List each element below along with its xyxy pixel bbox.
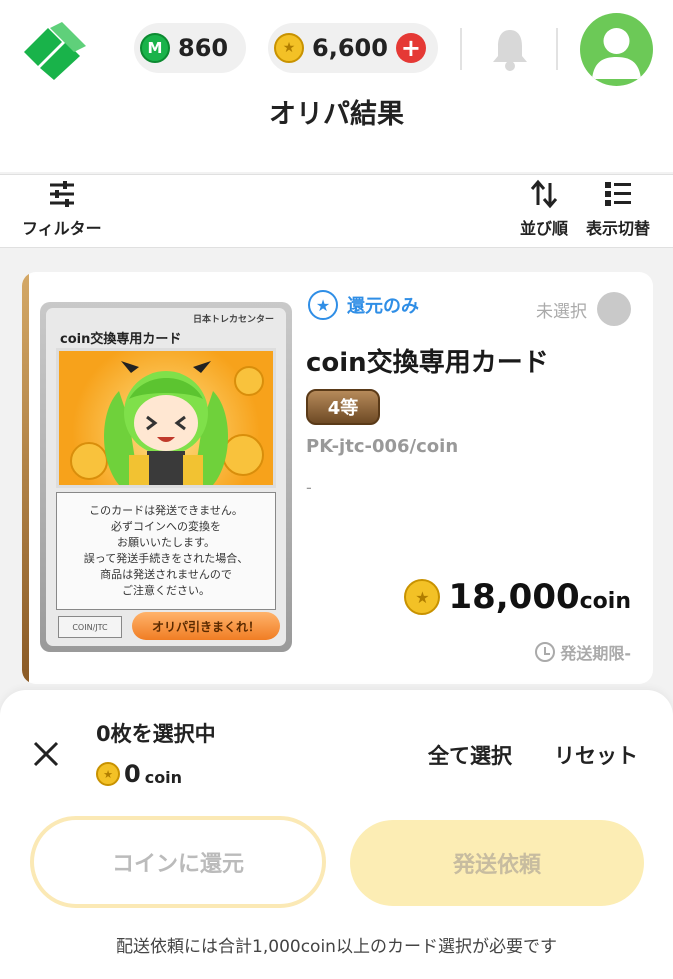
add-coin-icon[interactable]: + bbox=[395, 33, 426, 63]
select-radio[interactable] bbox=[597, 292, 631, 326]
filter-button[interactable]: フィルター bbox=[22, 179, 102, 239]
price-value: 18,000 bbox=[448, 577, 580, 617]
selected-coin-total: ★ 0 coin bbox=[96, 760, 182, 788]
divider bbox=[556, 28, 558, 70]
toolbar: フィルター 並び順 表示切替 bbox=[0, 174, 673, 248]
card-text-line: ご注意ください。 bbox=[122, 584, 210, 597]
refund-only-label: 還元のみ bbox=[347, 296, 419, 317]
user-icon bbox=[592, 28, 641, 79]
price-unit: coin bbox=[579, 588, 631, 614]
m-points-value: 860 bbox=[178, 34, 229, 62]
selected-count: 0枚を選択中 bbox=[96, 722, 216, 746]
selection-status: 未選択 bbox=[536, 301, 587, 322]
coin-icon: ★ bbox=[96, 762, 120, 786]
product-name: coin交換専用カード bbox=[306, 348, 549, 378]
card-frame: 日本トレカセンター coin交換専用カード このカードは発送できません。 必ずコ… bbox=[46, 308, 286, 646]
view-toggle-button[interactable]: 表示切替 bbox=[586, 179, 650, 239]
card-image-name: coin交換専用カード bbox=[60, 332, 182, 347]
reset-button[interactable]: リセット bbox=[554, 740, 638, 770]
filter-label: フィルター bbox=[22, 219, 102, 238]
result-card[interactable]: 日本トレカセンター coin交換専用カード このカードは発送できません。 必ずコ… bbox=[22, 272, 653, 684]
select-all-button[interactable]: 全て選択 bbox=[428, 740, 512, 770]
shipping-deadline-label: 発送期限- bbox=[560, 644, 631, 663]
shipping-request-button[interactable]: 発送依頼 bbox=[350, 820, 644, 906]
coin-icon: ★ bbox=[404, 579, 441, 615]
clock-icon bbox=[535, 642, 556, 662]
card-image-banner: オリパ引きまくれ！ bbox=[132, 612, 280, 640]
shipping-deadline: 発送期限- bbox=[535, 640, 631, 664]
card-text-line: 誤って発送手続きをされた場合、 bbox=[83, 552, 249, 565]
page-title: オリパ結果 bbox=[269, 99, 404, 130]
title-bar: オリパ結果 bbox=[0, 100, 673, 172]
sort-icon bbox=[530, 179, 558, 209]
coin-balance-value: 6,600 bbox=[312, 34, 388, 62]
selected-coin-unit: coin bbox=[144, 767, 183, 787]
card-description: このカードは発送できません。 必ずコインへの変換を お願いいたします。 誤って発… bbox=[56, 492, 276, 610]
price: ★ 18,000 coin bbox=[404, 577, 631, 617]
card-text-line: お願いいたします。 bbox=[117, 536, 215, 549]
card-brand-label: 日本トレカセンター bbox=[192, 315, 274, 325]
sort-label: 並び順 bbox=[520, 219, 569, 238]
select-toggle[interactable]: 未選択 bbox=[536, 292, 631, 326]
selected-coin-value: 0 bbox=[124, 760, 141, 788]
avatar[interactable] bbox=[580, 13, 653, 86]
product-code: PK-jtc-006/coin bbox=[306, 436, 459, 457]
card-text-line: 商品は発送されませんので bbox=[100, 568, 232, 581]
divider bbox=[460, 28, 462, 70]
card-set-code: COIN/JTC bbox=[58, 616, 122, 638]
refund-to-coin-button[interactable]: コインに還元 bbox=[30, 816, 326, 908]
close-icon[interactable] bbox=[30, 738, 62, 770]
character-illustration bbox=[70, 361, 264, 485]
filter-icon bbox=[49, 181, 74, 207]
rank-accent-bar bbox=[22, 272, 29, 684]
selection-sheet: 0枚を選択中 ★ 0 coin 全て選択 リセット コインに還元 発送依頼 配送… bbox=[0, 690, 673, 979]
card-text-line: このカードは発送できません。 bbox=[89, 504, 243, 517]
star-icon: ★ bbox=[308, 290, 338, 320]
card-artwork bbox=[56, 348, 276, 488]
m-point-icon: M bbox=[140, 33, 170, 63]
rank-badge: 4等 bbox=[306, 389, 380, 425]
bell-icon[interactable] bbox=[490, 26, 530, 72]
app-header: M 860 ★ 6,600 + bbox=[0, 0, 673, 100]
coin-balance-pill[interactable]: ★ 6,600 + bbox=[268, 23, 438, 73]
product-extra: - bbox=[306, 478, 312, 497]
coin-icon: ★ bbox=[274, 33, 304, 63]
m-points-pill[interactable]: M 860 bbox=[134, 23, 246, 73]
card-image[interactable]: 日本トレカセンター coin交換専用カード このカードは発送できません。 必ずコ… bbox=[40, 302, 292, 652]
card-text-line: 必ずコインへの変換を bbox=[111, 520, 221, 533]
view-toggle-label: 表示切替 bbox=[586, 219, 651, 238]
shipping-note: 配送依頼には合計1,000coin以上のカード選択が必要です bbox=[116, 937, 557, 957]
refund-only-tag: ★ 還元のみ bbox=[308, 290, 419, 320]
list-view-icon bbox=[605, 182, 631, 206]
logo-icon[interactable] bbox=[22, 22, 88, 80]
sort-button[interactable]: 並び順 bbox=[520, 179, 568, 239]
